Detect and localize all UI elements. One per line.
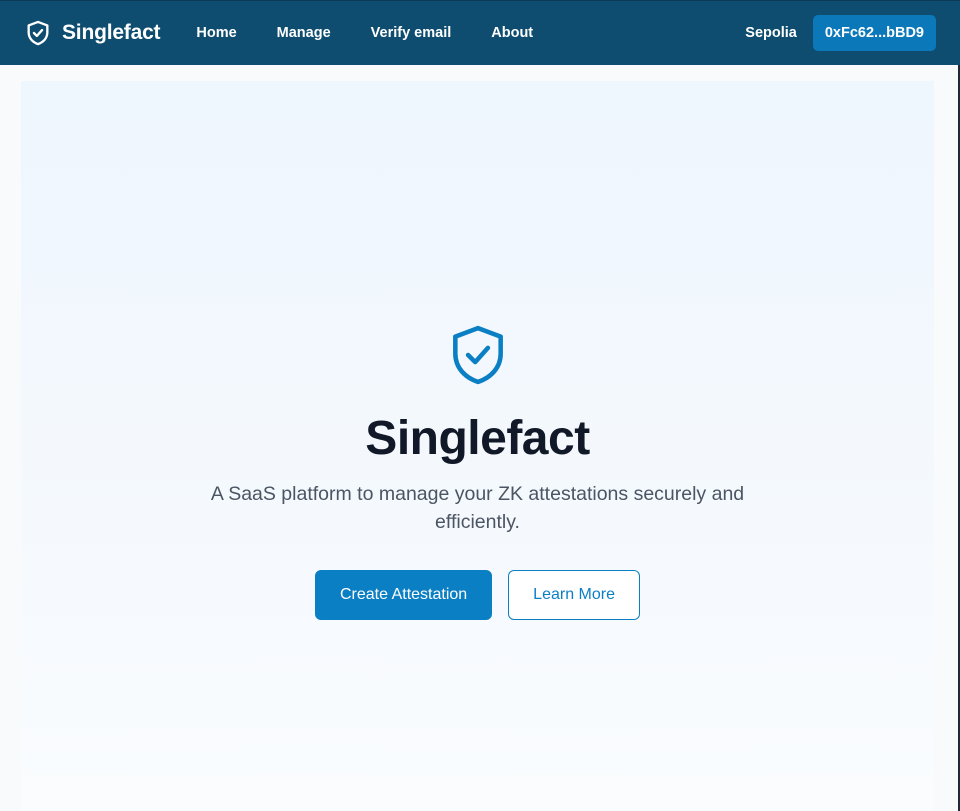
create-attestation-button[interactable]: Create Attestation xyxy=(314,569,493,620)
brand[interactable]: Singlefact xyxy=(24,19,161,47)
brand-name: Singlefact xyxy=(62,21,161,44)
nav-link-verify-email[interactable]: Verify email xyxy=(371,25,452,41)
wallet-address-button[interactable]: 0xFc62...bBD9 xyxy=(812,15,936,51)
shield-check-icon xyxy=(24,19,52,47)
network-label[interactable]: Sepolia xyxy=(745,25,797,41)
hero-title: Singlefact xyxy=(365,412,590,465)
nav-right: Sepolia 0xFc62...bBD9 xyxy=(745,15,936,51)
shield-check-icon xyxy=(444,321,512,389)
main-nav: Home Manage Verify email About xyxy=(196,25,533,41)
top-navbar: Singlefact Home Manage Verify email Abou… xyxy=(0,0,960,65)
hero-actions: Create Attestation Learn More xyxy=(314,569,640,620)
nav-link-home[interactable]: Home xyxy=(196,25,236,41)
hero-content: Singlefact A SaaS platform to manage you… xyxy=(21,321,934,620)
hero-subtitle: A SaaS platform to manage your ZK attest… xyxy=(210,482,745,533)
nav-link-manage[interactable]: Manage xyxy=(277,25,331,41)
learn-more-button[interactable]: Learn More xyxy=(508,569,640,620)
nav-link-about[interactable]: About xyxy=(491,25,533,41)
page-body: Singlefact A SaaS platform to manage you… xyxy=(0,65,960,811)
hero-section: Singlefact A SaaS platform to manage you… xyxy=(21,81,934,811)
